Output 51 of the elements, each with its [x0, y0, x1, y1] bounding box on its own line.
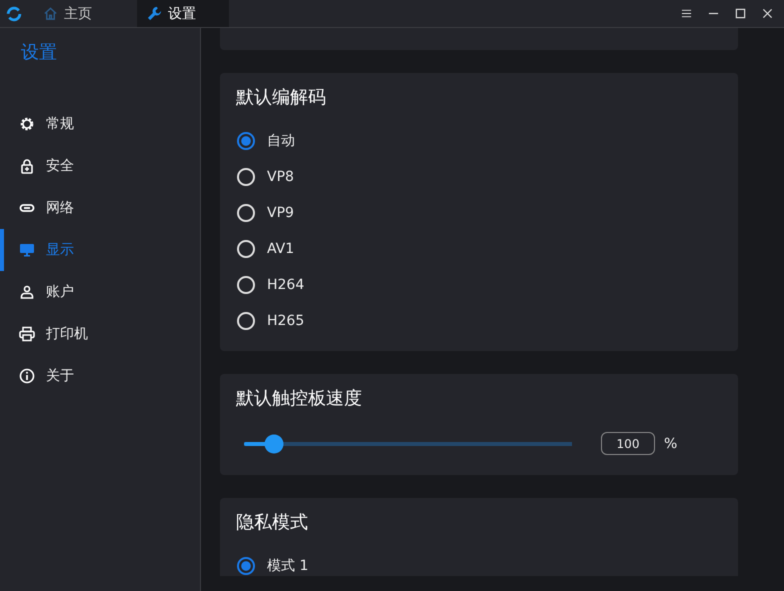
- sidebar-item[interactable]: 关于: [0, 355, 200, 397]
- radio-option[interactable]: AV1: [236, 231, 722, 267]
- sidebar-label: 打印机: [46, 325, 88, 343]
- option-label: 自动: [267, 132, 295, 150]
- radio-button[interactable]: [237, 557, 255, 575]
- lock-icon: [19, 158, 35, 174]
- radio-button[interactable]: [237, 132, 255, 150]
- person-icon: [19, 284, 35, 300]
- section-title: 默认触控板速度: [236, 387, 363, 410]
- sidebar-label: 安全: [46, 157, 74, 175]
- sidebar-label: 常规: [46, 115, 74, 133]
- gear-icon: [19, 116, 35, 132]
- option-label: H265: [267, 313, 304, 329]
- monitor-icon: [19, 242, 35, 258]
- info-icon: [19, 368, 35, 384]
- radio-option[interactable]: H264: [236, 267, 722, 303]
- close-icon[interactable]: [762, 8, 773, 19]
- option-label: AV1: [267, 241, 294, 257]
- sidebar-item[interactable]: 显示: [0, 229, 200, 271]
- radio-option[interactable]: VP8: [236, 159, 722, 195]
- sidebar-label: 账户: [46, 283, 74, 301]
- option-label: VP9: [267, 205, 294, 221]
- slider-thumb[interactable]: [264, 434, 284, 453]
- section-title: 隐私模式: [236, 511, 309, 534]
- sidebar-item[interactable]: 安全: [0, 145, 200, 187]
- section-title: 默认编解码: [236, 86, 327, 109]
- wrench-icon: [147, 6, 162, 21]
- printer-icon: [19, 326, 35, 342]
- radio-option[interactable]: 模式 1: [236, 548, 722, 576]
- sidebar-item[interactable]: 常规: [0, 103, 200, 145]
- home-icon: [43, 6, 58, 21]
- tab[interactable]: 设置: [137, 0, 229, 27]
- radio-option[interactable]: VP9: [236, 195, 722, 231]
- option-label: H264: [267, 277, 304, 293]
- option-label: 模式 1: [267, 557, 308, 575]
- maximize-icon[interactable]: [735, 8, 746, 19]
- sidebar-label: 关于: [46, 367, 74, 385]
- unit-label: %: [664, 436, 678, 452]
- sidebar-label: 网络: [46, 199, 74, 217]
- sidebar-title: 设置: [20, 41, 58, 64]
- menu-icon[interactable]: [681, 8, 692, 19]
- tab[interactable]: 主页: [33, 0, 125, 27]
- sidebar-item[interactable]: 账户: [0, 271, 200, 313]
- sidebar-item[interactable]: 打印机: [0, 313, 200, 355]
- radio-option[interactable]: 自动: [236, 123, 722, 159]
- logo-icon: [5, 4, 23, 22]
- value-field[interactable]: 100: [601, 432, 655, 455]
- option-label: VP8: [267, 169, 294, 185]
- sidebar-item[interactable]: 网络: [0, 187, 200, 229]
- radio-option[interactable]: H265: [236, 303, 722, 339]
- sidebar-label: 显示: [46, 241, 74, 259]
